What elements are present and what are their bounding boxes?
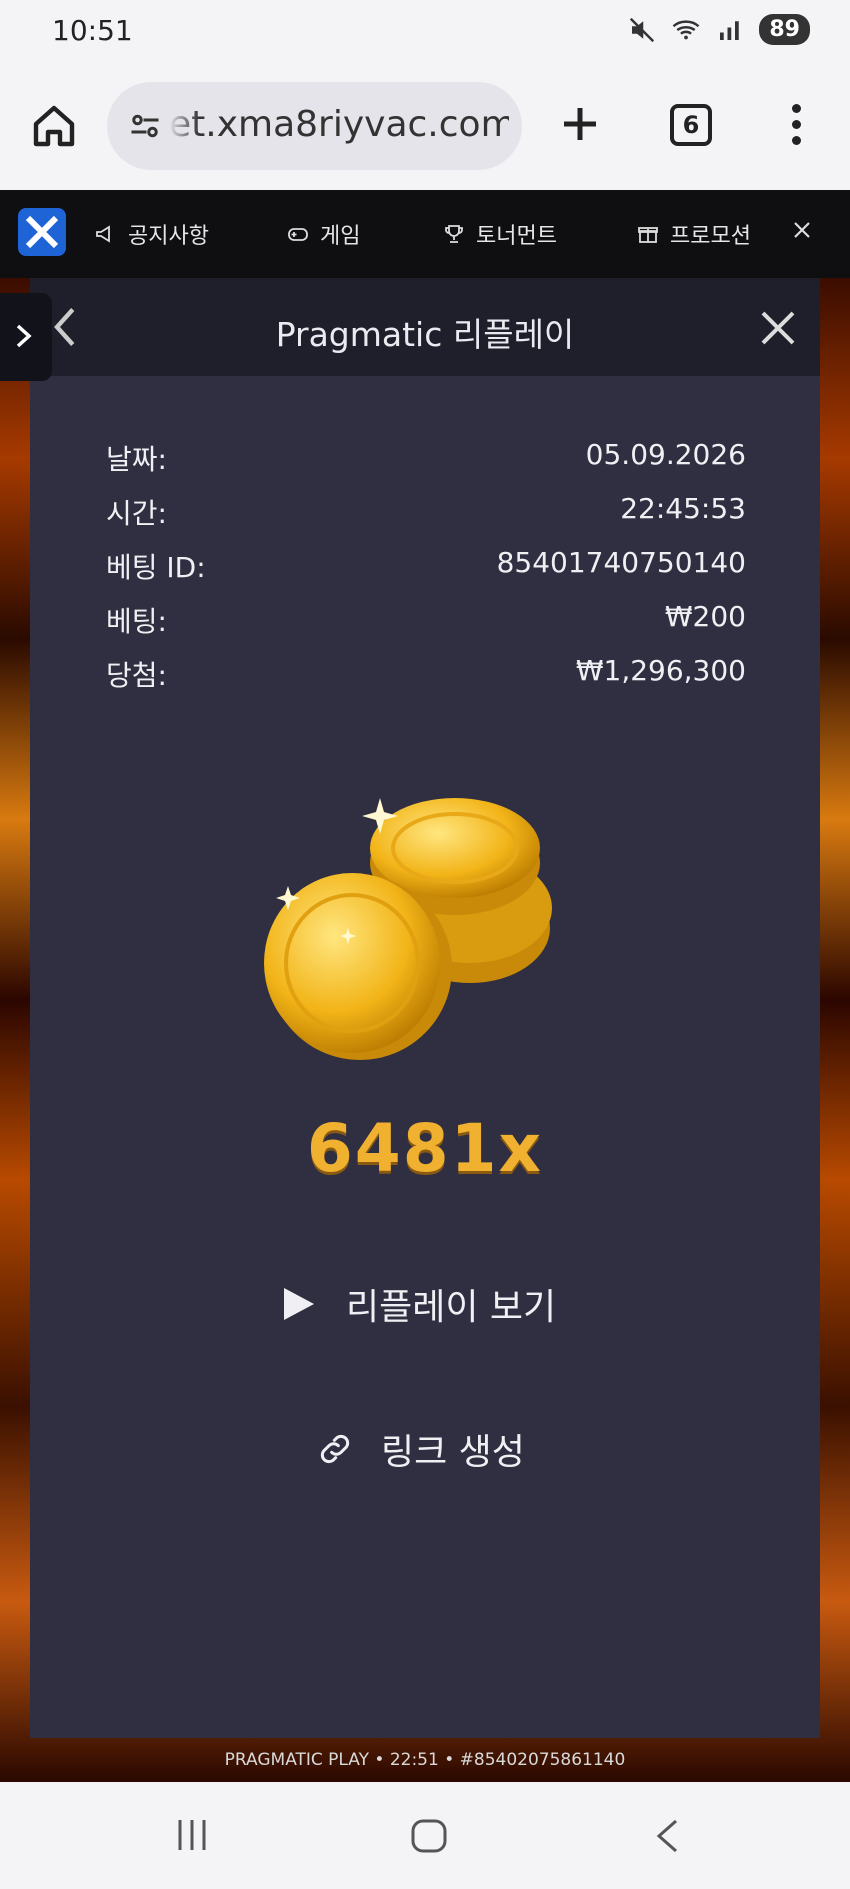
status-bar: 10:51 89 — [0, 0, 850, 62]
info-row-win: 당첨: ₩1,296,300 — [106, 654, 746, 708]
close-icon[interactable] — [790, 218, 814, 242]
site-nav: 공지사항 게임 토너먼트 프로모션 — [0, 190, 850, 278]
view-replay-label: 리플레이 보기 — [346, 1287, 557, 1328]
win-value: ₩1,296,300 — [575, 654, 746, 687]
bet-label: 베팅: — [106, 605, 167, 638]
modal-title: Pragmatic 리플레이 — [275, 315, 575, 354]
gift-icon — [638, 227, 658, 243]
nav-promotion[interactable]: 프로모션 — [636, 218, 751, 250]
play-icon — [284, 1288, 314, 1320]
browser-toolbar: et.xma8riyvac.com 6 — [0, 62, 850, 190]
recent-apps-icon[interactable] — [174, 1818, 210, 1852]
date-value: 05.09.2026 — [585, 438, 746, 471]
bet-id-label: 베팅 ID: — [106, 551, 206, 584]
nav-games-label: 게임 — [320, 224, 361, 249]
date-label: 날짜: — [106, 443, 167, 476]
battery-indicator: 89 — [759, 14, 810, 45]
nav-notice[interactable]: 공지사항 — [94, 218, 209, 250]
gamepad-icon — [288, 228, 308, 241]
tab-switcher-button[interactable]: 6 — [670, 104, 712, 146]
megaphone-icon — [96, 225, 110, 243]
address-bar[interactable]: et.xma8riyvac.com — [107, 82, 522, 170]
android-nav-bar — [0, 1782, 850, 1889]
nav-notice-label: 공지사항 — [128, 224, 209, 249]
game-footer-text: PRAGMATIC PLAY • 22:51 • #85402075861140 — [224, 1750, 626, 1770]
nav-tournament-label: 토너먼트 — [476, 224, 557, 249]
info-row-bet: 베팅: ₩200 — [106, 600, 746, 654]
bet-value: ₩200 — [664, 600, 746, 633]
new-tab-icon[interactable] — [556, 100, 604, 148]
link-icon — [320, 1434, 350, 1464]
site-settings-icon[interactable] — [125, 108, 165, 144]
time-value: 22:45:53 — [620, 492, 746, 525]
home-nav-icon[interactable] — [410, 1818, 448, 1854]
chevron-right-icon — [16, 324, 32, 348]
wifi-icon — [672, 19, 700, 39]
gold-coins-icon — [264, 798, 552, 1060]
back-nav-icon[interactable] — [654, 1818, 680, 1854]
info-row-bet-id: 베팅 ID: 85401740750140 — [106, 546, 746, 600]
status-time: 10:51 — [52, 14, 133, 47]
nav-games[interactable]: 게임 — [286, 218, 360, 250]
browser-menu-icon[interactable] — [784, 104, 808, 148]
info-row-date: 날짜: 05.09.2026 — [106, 438, 746, 492]
status-icons: 89 — [627, 14, 810, 45]
info-row-time: 시간: 22:45:53 — [106, 492, 746, 546]
site-logo[interactable] — [18, 208, 66, 256]
side-drawer-toggle[interactable] — [0, 293, 52, 381]
modal-header: Pragmatic 리플레이 — [30, 278, 820, 376]
bet-id-value: 85401740750140 — [496, 546, 746, 579]
view-replay-button[interactable]: 리플레이 보기 — [282, 1278, 556, 1330]
replay-modal: Pragmatic 리플레이 날짜: 05.09.2026 시간: 22:45:… — [30, 278, 820, 1738]
url-text: et.xma8riyvac.com — [169, 104, 509, 145]
create-link-button[interactable]: 링크 생성 — [315, 1423, 525, 1475]
modal-close-icon[interactable] — [758, 308, 798, 348]
mute-icon — [630, 17, 655, 42]
trophy-icon — [445, 225, 463, 243]
home-icon[interactable] — [30, 102, 78, 150]
bet-info-table: 날짜: 05.09.2026 시간: 22:45:53 베팅 ID: 85401… — [106, 438, 746, 708]
signal-icon — [720, 20, 740, 40]
win-multiplier: 6481x — [306, 1110, 544, 1187]
time-label: 시간: — [106, 497, 167, 530]
nav-tournament[interactable]: 토너먼트 — [442, 218, 557, 250]
nav-promotion-label: 프로모션 — [670, 224, 751, 249]
create-link-label: 링크 생성 — [381, 1432, 525, 1473]
win-label: 당첨: — [106, 659, 167, 692]
